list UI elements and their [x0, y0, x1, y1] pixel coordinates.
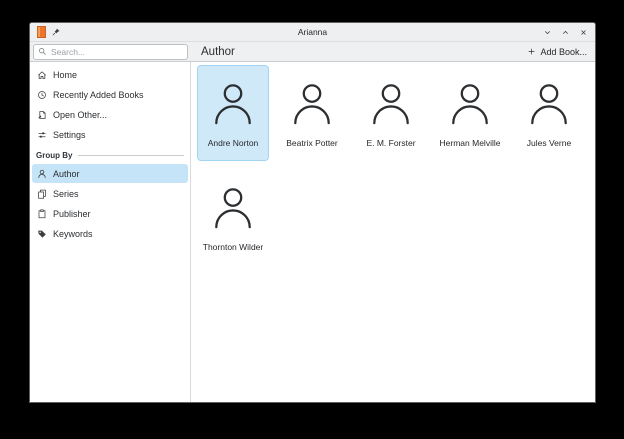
publisher-icon: [37, 209, 47, 219]
desktop-background: { "window": { "title": "Arianna" }, "tit…: [0, 0, 624, 439]
document-open-icon: [37, 110, 47, 120]
person-icon: [370, 83, 412, 127]
toolbar: Author Add Book...: [30, 42, 595, 62]
person-icon: [37, 169, 47, 179]
sidebar: Home Recently Added Books Open Other... …: [30, 62, 191, 402]
sidebar-item-open-other[interactable]: Open Other...: [32, 105, 188, 124]
author-name: Andre Norton: [208, 138, 259, 148]
close-button[interactable]: [578, 27, 588, 37]
sidebar-item-home[interactable]: Home: [32, 65, 188, 84]
sidebar-item-label: Open Other...: [53, 110, 107, 120]
author-card[interactable]: Herman Melville: [434, 65, 506, 161]
sidebar-item-label: Settings: [53, 130, 86, 140]
author-name: Herman Melville: [440, 138, 501, 148]
sidebar-item-publisher[interactable]: Publisher: [32, 204, 188, 223]
author-name: Thornton Wilder: [203, 242, 263, 252]
window-body: Home Recently Added Books Open Other... …: [30, 62, 595, 402]
person-icon: [528, 83, 570, 127]
author-card[interactable]: E. M. Forster: [355, 65, 427, 161]
pin-icon[interactable]: [51, 27, 61, 37]
sidebar-item-settings[interactable]: Settings: [32, 125, 188, 144]
clock-icon: [37, 90, 47, 100]
add-book-label: Add Book...: [540, 47, 587, 57]
content-area: Andre Norton Beatrix Potter E. M. Forste…: [191, 62, 595, 402]
plus-icon: [527, 47, 536, 56]
titlebar: Arianna: [30, 23, 595, 42]
person-icon: [212, 187, 254, 231]
author-name: Jules Verne: [527, 138, 571, 148]
search-icon: [38, 47, 47, 56]
window-title: Arianna: [30, 27, 595, 37]
sidebar-item-label: Recently Added Books: [53, 90, 144, 100]
add-book-button[interactable]: Add Book...: [527, 47, 587, 57]
author-card[interactable]: Beatrix Potter: [276, 65, 348, 161]
sidebar-item-keywords[interactable]: Keywords: [32, 224, 188, 243]
author-name: Beatrix Potter: [286, 138, 338, 148]
series-icon: [37, 189, 47, 199]
arianna-app-icon[interactable]: [37, 26, 46, 38]
page-header: Author Add Book...: [191, 42, 595, 61]
sidebar-item-author[interactable]: Author: [32, 164, 188, 183]
keywords-icon: [37, 229, 47, 239]
sidebar-item-label: Series: [53, 189, 79, 199]
sidebar-item-label: Keywords: [53, 229, 93, 239]
author-grid: Andre Norton Beatrix Potter E. M. Forste…: [197, 65, 595, 265]
person-icon: [449, 83, 491, 127]
home-icon: [37, 70, 47, 80]
group-by-label: Group By: [36, 151, 72, 160]
search-box[interactable]: [33, 44, 188, 60]
search-input[interactable]: [51, 47, 183, 57]
person-icon: [212, 83, 254, 127]
sidebar-group-by: Author Series Publisher Keywords: [30, 164, 190, 243]
group-by-divider: [78, 155, 184, 156]
author-card[interactable]: Thornton Wilder: [197, 169, 269, 265]
arianna-window: Arianna: [29, 22, 596, 403]
author-card[interactable]: Jules Verne: [513, 65, 585, 161]
group-by-header: Group By: [30, 148, 190, 163]
author-card[interactable]: Andre Norton: [197, 65, 269, 161]
sidebar-item-recently-added-books[interactable]: Recently Added Books: [32, 85, 188, 104]
settings-icon: [37, 130, 47, 140]
sidebar-item-series[interactable]: Series: [32, 184, 188, 203]
person-icon: [291, 83, 333, 127]
sidebar-item-label: Publisher: [53, 209, 91, 219]
maximize-button[interactable]: [560, 27, 570, 37]
author-name: E. M. Forster: [366, 138, 415, 148]
sidebar-item-label: Author: [53, 169, 80, 179]
sidebar-item-label: Home: [53, 70, 77, 80]
sidebar-nav: Home Recently Added Books Open Other... …: [30, 65, 190, 144]
minimize-button[interactable]: [542, 27, 552, 37]
page-title: Author: [201, 46, 235, 58]
sidebar-header: [30, 42, 191, 61]
